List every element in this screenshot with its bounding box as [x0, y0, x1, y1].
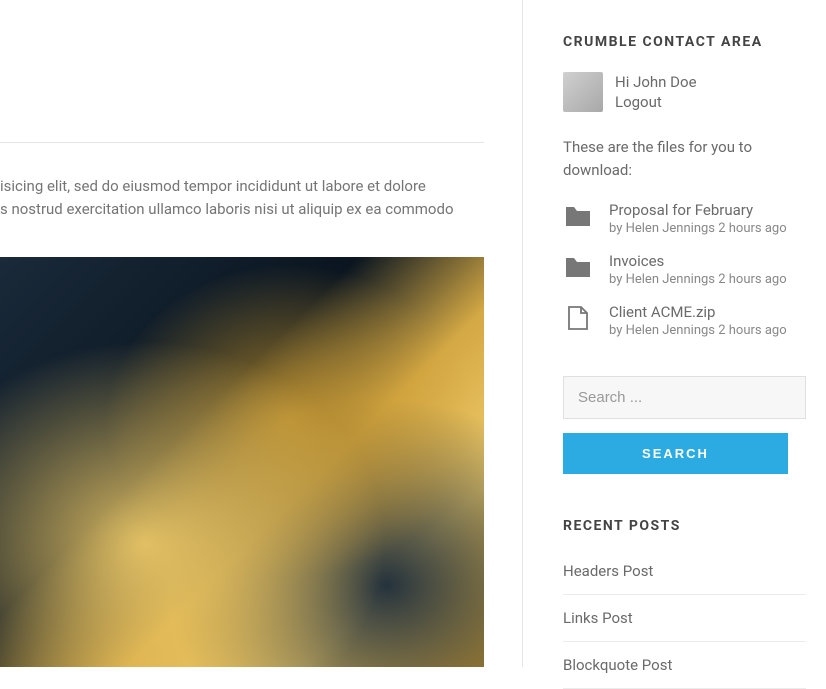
search-button[interactable]: SEARCH: [563, 433, 788, 474]
file-meta: by Helen Jennings 2 hours ago: [609, 323, 787, 338]
file-item[interactable]: Invoices by Helen Jennings 2 hours ago: [563, 252, 806, 287]
file-meta: by Helen Jennings 2 hours ago: [609, 221, 787, 236]
search-input[interactable]: [563, 376, 806, 419]
post-link[interactable]: Links Post: [563, 595, 806, 642]
file-name: Client ACME.zip: [609, 303, 787, 321]
file-info: Proposal for February by Helen Jennings …: [609, 201, 787, 236]
file-list: Proposal for February by Helen Jennings …: [563, 201, 806, 338]
contact-widget-title: CRUMBLE CONTACT AREA: [563, 34, 806, 50]
file-item[interactable]: Proposal for February by Helen Jennings …: [563, 201, 806, 236]
post-link[interactable]: Blockquote Post: [563, 642, 806, 689]
file-name: Invoices: [609, 252, 787, 270]
greeting: Hi John Doe: [615, 73, 697, 91]
article-image: [0, 257, 484, 667]
recent-posts-list: Headers Post Links Post Blockquote Post: [563, 556, 806, 689]
logout-link[interactable]: Logout: [615, 93, 697, 111]
article-line-1: isicing elit, sed do eiusmod tempor inci…: [0, 177, 426, 195]
file-icon: [563, 305, 593, 331]
avatar: [563, 72, 603, 112]
article-excerpt: isicing elit, sed do eiusmod tempor inci…: [0, 175, 484, 222]
folder-icon: [563, 203, 593, 229]
hexagon-pattern: [0, 257, 484, 667]
file-info: Invoices by Helen Jennings 2 hours ago: [609, 252, 787, 287]
article-line-2: s nostrud exercitation ullamco laboris n…: [0, 200, 454, 218]
user-row: Hi John Doe Logout: [563, 72, 806, 112]
main-content: isicing elit, sed do eiusmod tempor inci…: [0, 0, 522, 667]
folder-icon: [563, 254, 593, 280]
post-link[interactable]: Headers Post: [563, 556, 806, 595]
file-item[interactable]: Client ACME.zip by Helen Jennings 2 hour…: [563, 303, 806, 338]
recent-posts-title: RECENT POSTS: [563, 518, 806, 534]
file-name: Proposal for February: [609, 201, 787, 219]
user-info: Hi John Doe Logout: [615, 72, 697, 112]
file-info: Client ACME.zip by Helen Jennings 2 hour…: [609, 303, 787, 338]
files-intro: These are the files for you to download:: [563, 136, 806, 183]
sidebar: CRUMBLE CONTACT AREA Hi John Doe Logout …: [522, 0, 826, 667]
section-divider: [0, 142, 484, 143]
file-meta: by Helen Jennings 2 hours ago: [609, 272, 787, 287]
